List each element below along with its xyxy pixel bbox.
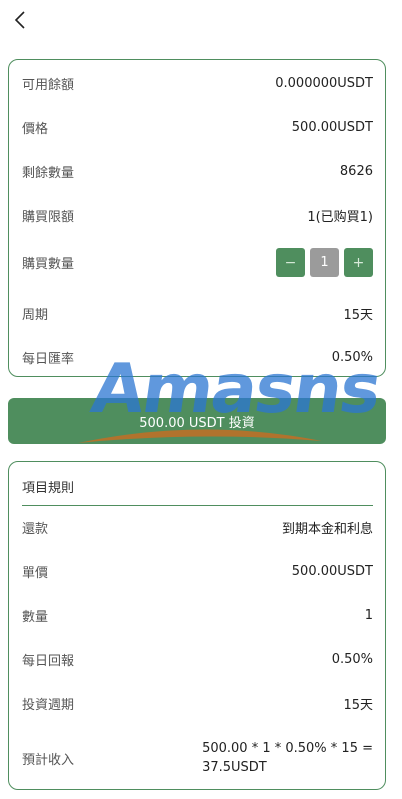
purchase-limit-row: 購買限額 1(已购買1) [22,206,373,225]
repayment-value: 到期本金和利息 [281,522,373,537]
purchase-limit-label: 購買限額 [22,210,75,225]
price-row: 價格 500.00USDT [22,118,373,137]
project-rules-card: 項目規則 還款 到期本金和利息 單價 500.00USDT 數量 1 每日回報 … [8,461,386,790]
unit-price-value: 500.00USDT [291,564,373,579]
expected-income-value: 500.00 * 1 * 0.50% * 15 = 37.5USDT [202,739,373,777]
quantity-row: 數量 1 [22,606,373,625]
available-balance-value: 0.000000USDT [275,76,373,91]
price-label: 價格 [22,122,49,137]
investment-period-row: 投資週期 15天 [22,694,373,713]
repayment-row: 還款 到期本金和利息 [22,518,373,537]
project-rules-title: 項目規則 [22,481,75,496]
period-row: 周期 15天 [22,304,373,323]
price-value: 500.00USDT [291,120,373,135]
expected-income-row: 預計收入 500.00 * 1 * 0.50% * 15 = 37.5USDT [22,739,373,777]
period-value: 15天 [343,308,373,323]
unit-price-row: 單價 500.00USDT [22,562,373,581]
decrement-button[interactable]: − [276,248,305,277]
daily-return-value: 0.50% [331,652,373,667]
remaining-quantity-row: 剩餘數量 8626 [22,162,373,181]
purchase-quantity-label: 購買數量 [22,257,75,272]
period-label: 周期 [22,308,49,323]
expected-income-formula: 500.00 * 1 * 0.50% * 15 = [202,741,373,756]
watermark-logo: Amasns [86,350,385,429]
investment-period-value: 15天 [343,698,373,713]
remaining-quantity-label: 剩餘數量 [22,166,75,181]
quantity-label: 數量 [22,610,49,625]
daily-return-row: 每日回報 0.50% [22,650,373,669]
chevron-left-icon [14,11,25,29]
daily-return-label: 每日回報 [22,654,75,669]
investment-period-label: 投資週期 [22,698,75,713]
quantity-value: 1 [364,608,373,623]
rules-divider [22,505,373,506]
available-balance-label: 可用餘額 [22,78,75,93]
quantity-stepper: − 1 + [276,248,373,277]
remaining-quantity-value: 8626 [339,164,373,179]
daily-rate-label: 每日匯率 [22,352,75,367]
expected-income-result: 37.5USDT [202,760,267,775]
increment-button[interactable]: + [344,248,373,277]
purchase-quantity-row: 購買數量 − 1 + [22,248,373,277]
quantity-field[interactable]: 1 [310,248,339,277]
back-button[interactable] [8,8,32,32]
purchase-details-card: 可用餘額 0.000000USDT 價格 500.00USDT 剩餘數量 862… [8,59,386,377]
purchase-limit-value: 1(已购買1) [307,210,373,225]
repayment-label: 還款 [22,522,49,537]
unit-price-label: 單價 [22,566,49,581]
expected-income-label: 預計收入 [22,752,75,768]
available-balance-row: 可用餘額 0.000000USDT [22,74,373,93]
